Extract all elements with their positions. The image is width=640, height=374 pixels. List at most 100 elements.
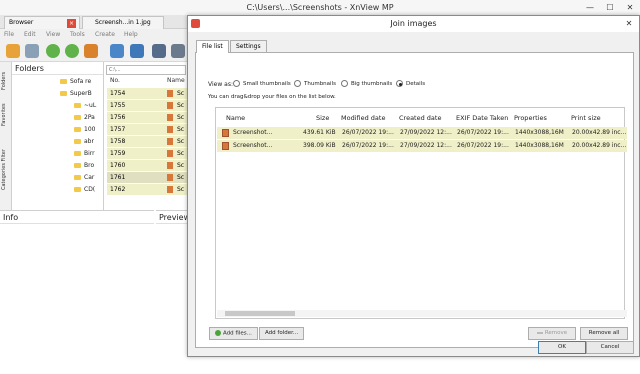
side-tabs: Folders Favorites Categories Filter <box>0 62 12 210</box>
join-images-dialog: Join images ✕ File list Settings View as… <box>187 15 640 357</box>
info-panel-title: Info <box>0 211 154 224</box>
dialog-titlebar: Join images ✕ <box>188 16 639 32</box>
tab-settings[interactable]: Settings <box>230 40 267 52</box>
add-folder-button[interactable]: Add folder... <box>259 327 305 340</box>
settings-icon[interactable] <box>130 44 144 58</box>
radio-selected-icon <box>396 80 403 87</box>
file-row[interactable]: 1761 Sc <box>107 172 190 183</box>
file-row[interactable]: 1758 Sc <box>107 136 190 147</box>
image-file-icon <box>167 102 173 109</box>
drag-drop-hint: You can drag&drop your files on the list… <box>208 94 336 100</box>
tree-item[interactable]: 100 <box>74 126 95 133</box>
image-file-icon <box>222 129 229 137</box>
table-row[interactable]: Screenshot... 439.61 KiB 26/07/2022 19:.… <box>217 127 627 139</box>
remove-button[interactable]: Remove <box>528 327 576 340</box>
tab-file-list[interactable]: File list <box>196 40 229 53</box>
menu-help[interactable]: Help <box>124 31 138 38</box>
column-no[interactable]: No. <box>110 77 120 84</box>
close-window-button[interactable]: ✕ <box>620 0 640 15</box>
tab-image-label: Screensh...in 1.jpg <box>95 19 151 26</box>
folder-icon <box>74 139 81 144</box>
menu-edit[interactable]: Edit <box>24 31 36 38</box>
tree-item[interactable]: Bro <box>74 162 94 169</box>
files-grid[interactable]: Name Size Modified date Created date EXI… <box>215 107 627 319</box>
tree-item[interactable]: ~uL <box>74 102 96 109</box>
side-tab-favorites[interactable]: Favorites <box>1 100 12 130</box>
plus-icon <box>215 330 221 336</box>
table-row[interactable]: Screenshot... 398.09 KiB 26/07/2022 19:.… <box>217 140 627 152</box>
print-icon[interactable] <box>171 44 185 58</box>
menu-view[interactable]: View <box>46 31 60 38</box>
radio-big-thumbnails[interactable]: Big thumbnails <box>341 80 392 87</box>
rotate-icon[interactable] <box>65 44 79 58</box>
column-header-name[interactable]: Name <box>226 114 245 122</box>
lock-icon[interactable] <box>110 44 124 58</box>
radio-small-thumbnails[interactable]: Small thumbnails <box>233 80 291 87</box>
column-header-size[interactable]: Size <box>316 114 329 122</box>
column-name[interactable]: Name <box>167 77 185 84</box>
cancel-button[interactable]: Cancel <box>586 341 634 354</box>
ok-button[interactable]: OK <box>538 341 586 354</box>
column-header-properties[interactable]: Properties <box>514 114 547 122</box>
menu-create[interactable]: Create <box>95 31 115 38</box>
tag-icon[interactable] <box>84 44 98 58</box>
horizontal-scrollbar[interactable] <box>217 310 627 317</box>
tree-item[interactable]: SuperB <box>60 90 92 97</box>
menu-tools[interactable]: Tools <box>70 31 85 38</box>
side-tab-categories[interactable]: Categories Filter <box>1 134 12 206</box>
folder-icon <box>74 187 81 192</box>
dialog-close-button[interactable]: ✕ <box>619 16 639 32</box>
radio-details[interactable]: Details <box>396 80 425 87</box>
image-file-icon <box>222 142 229 150</box>
column-header-print-size[interactable]: Print size <box>571 114 601 122</box>
image-file-icon <box>167 150 173 157</box>
radio-circle-icon <box>341 80 348 87</box>
tree-item[interactable]: CD( <box>74 186 95 193</box>
refresh-icon[interactable] <box>46 44 60 58</box>
view-as-label: View as: <box>208 81 233 88</box>
file-row[interactable]: 1756 Sc <box>107 112 190 123</box>
image-file-icon <box>167 162 173 169</box>
remove-all-button[interactable]: Remove all <box>580 327 628 340</box>
fullscreen-icon[interactable] <box>25 44 39 58</box>
image-file-icon <box>167 174 173 181</box>
main-window-title: C:\Users\...\Screenshots - XnView MP <box>246 3 394 12</box>
tree-item[interactable]: 2Pa <box>74 114 95 121</box>
image-file-icon <box>167 126 173 133</box>
menu-file[interactable]: File <box>4 31 14 38</box>
tab-image[interactable]: Screensh...in 1.jpg <box>82 16 164 29</box>
file-list-page: View as: Small thumbnails Thumbnails Big… <box>195 52 634 348</box>
folder-icon <box>74 115 81 120</box>
file-row[interactable]: 1757 Sc <box>107 124 190 135</box>
folder-icon[interactable] <box>6 44 20 58</box>
file-row[interactable]: 1755 Sc <box>107 100 190 111</box>
tree-item[interactable]: Car <box>74 174 94 181</box>
file-row[interactable]: 1760 Sc <box>107 160 190 171</box>
tree-item[interactable]: abr <box>74 138 94 145</box>
column-header-modified[interactable]: Modified date <box>341 114 385 122</box>
radio-thumbnails[interactable]: Thumbnails <box>294 80 336 87</box>
maximize-button[interactable]: ☐ <box>600 0 620 15</box>
radio-circle-icon <box>233 80 240 87</box>
column-header-exif[interactable]: EXIF Date Taken <box>456 114 508 122</box>
main-titlebar: C:\Users\...\Screenshots - XnView MP — ☐… <box>0 0 640 15</box>
side-tab-folders[interactable]: Folders <box>1 66 12 96</box>
tree-item[interactable]: Birr <box>74 150 95 157</box>
column-header-created[interactable]: Created date <box>399 114 441 122</box>
binoculars-icon[interactable] <box>152 44 166 58</box>
file-row[interactable]: 1759 Sc <box>107 148 190 159</box>
add-files-button[interactable]: Add files... <box>209 327 258 340</box>
file-row[interactable]: 1754 Sc <box>107 88 190 99</box>
folder-icon <box>60 91 67 96</box>
folder-icon <box>74 163 81 168</box>
image-file-icon <box>167 186 173 193</box>
file-list-panel: C:\... No. Name 1754 Sc 1755 Sc 1756 Sc 175… <box>104 62 190 210</box>
tab-browser[interactable]: Browser × <box>4 16 80 29</box>
close-tab-icon[interactable]: × <box>67 19 76 28</box>
file-row[interactable]: 1762 Sc <box>107 184 190 195</box>
tree-item[interactable]: Sofa re <box>60 78 91 85</box>
image-file-icon <box>167 114 173 121</box>
address-bar[interactable]: C:\... <box>106 65 186 75</box>
scrollbar-thumb[interactable] <box>225 311 295 316</box>
minimize-button[interactable]: — <box>580 0 600 15</box>
